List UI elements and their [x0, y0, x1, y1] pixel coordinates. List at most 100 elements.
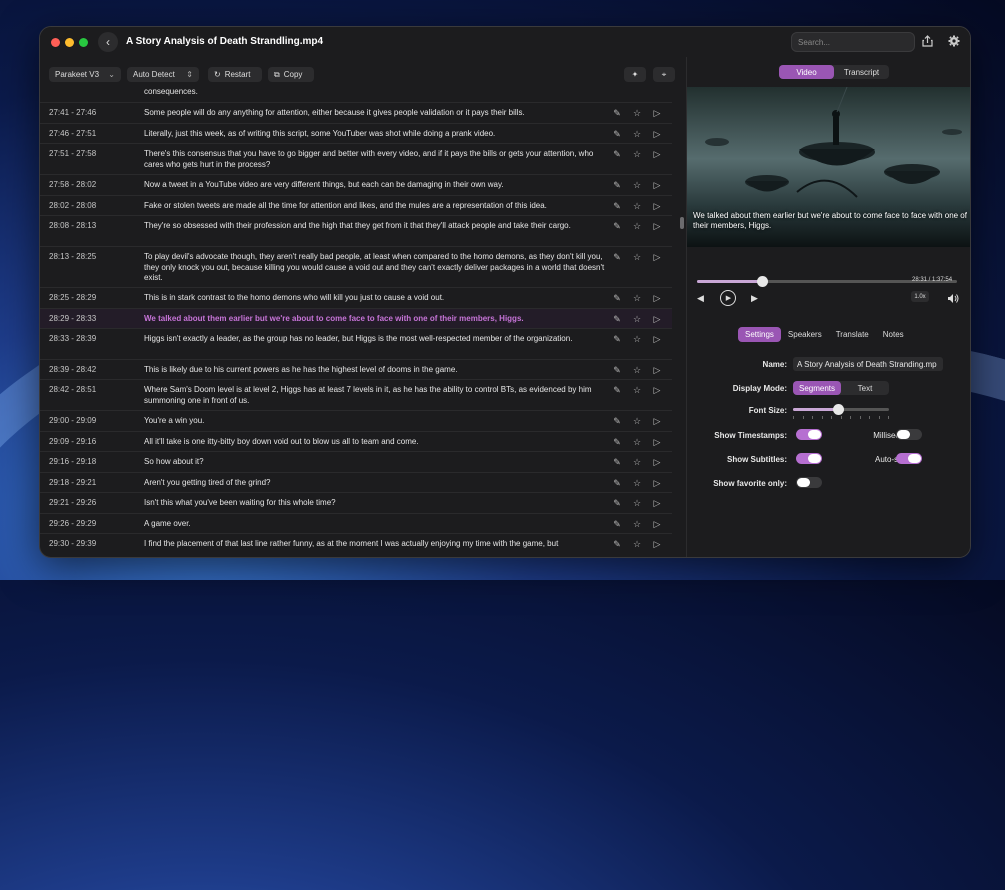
skip-forward-icon[interactable]: ▶︎	[751, 293, 758, 304]
play-icon[interactable]: ▷	[652, 539, 662, 549]
segment-row[interactable]: 28:25 - 28:29 This is in stark contrast t…	[40, 288, 672, 309]
segment-row[interactable]: 28:08 - 28:13 They're so obsessed with th…	[40, 216, 672, 247]
segment-timestamp[interactable]: 28:08 - 28:13	[40, 221, 135, 231]
segment-timestamp[interactable]: 27:51 - 27:58	[40, 149, 135, 159]
tab-notes[interactable]: Notes	[876, 327, 911, 342]
tab-video[interactable]: Video	[779, 65, 834, 79]
play-icon[interactable]: ▷	[652, 498, 662, 508]
star-icon[interactable]: ☆	[632, 365, 642, 375]
segment-timestamp[interactable]: 28:39 - 28:42	[40, 365, 135, 375]
segment-timestamp[interactable]: 27:46 - 27:51	[40, 129, 135, 139]
font-size-slider[interactable]	[793, 404, 889, 415]
gear-icon[interactable]	[948, 35, 960, 50]
play-icon[interactable]: ▷	[652, 437, 662, 447]
segment-timestamp[interactable]: 29:09 - 29:16	[40, 437, 135, 447]
language-select[interactable]: Auto Detect ⇕	[127, 67, 199, 82]
play-icon[interactable]: ▷	[652, 252, 662, 262]
segment-text[interactable]: We talked about them earlier but we're a…	[135, 314, 614, 325]
edit-icon[interactable]: ✎	[612, 519, 622, 529]
search-input[interactable]: Search...	[791, 32, 915, 52]
segment-row[interactable]: 27:41 - 27:46 Some people will do any any…	[40, 103, 672, 124]
segment-text[interactable]: You're a win you.	[135, 416, 614, 427]
play-icon[interactable]: ▷	[652, 149, 662, 159]
segment-timestamp[interactable]: 29:21 - 29:26	[40, 498, 135, 508]
play-icon[interactable]: ▷	[652, 334, 662, 344]
segment-text[interactable]: Where Sam's Doom level is at level 2, Hi…	[135, 385, 614, 406]
star-icon[interactable]: ☆	[632, 416, 642, 426]
edit-icon[interactable]: ✎	[612, 180, 622, 190]
segment-row[interactable]: 29:16 - 29:18 So how about it? ✎ ☆ ▷	[40, 452, 672, 473]
segment-row[interactable]: 29:18 - 29:21 Aren't you getting tired of…	[40, 473, 672, 493]
play-icon[interactable]: ▷	[652, 314, 662, 324]
segment-timestamp[interactable]: 28:33 - 28:39	[40, 334, 135, 344]
star-icon[interactable]: ☆	[632, 519, 642, 529]
segment-text[interactable]: Literally, just this week, as of writing…	[135, 129, 614, 140]
segment-text[interactable]: So how about it?	[135, 457, 614, 468]
edit-icon[interactable]: ✎	[612, 252, 622, 262]
scrollbar[interactable]	[680, 217, 684, 229]
play-icon[interactable]: ▷	[652, 201, 662, 211]
segment-row[interactable]: 27:58 - 28:02 Now a tweet in a YouTube vi…	[40, 175, 672, 196]
edit-icon[interactable]: ✎	[612, 457, 622, 467]
play-icon[interactable]: ▷	[652, 221, 662, 231]
tab-speakers[interactable]: Speakers	[781, 327, 829, 342]
segment-row[interactable]: consequences.	[40, 85, 672, 103]
star-icon[interactable]: ☆	[632, 437, 642, 447]
edit-icon[interactable]: ✎	[612, 314, 622, 324]
segment-text[interactable]: A game over.	[135, 519, 614, 530]
name-field[interactable]: A Story Analysis of Death Stranding.mp	[793, 357, 943, 371]
edit-icon[interactable]: ✎	[612, 293, 622, 303]
show-timestamps-toggle[interactable]	[796, 429, 822, 440]
segment-text[interactable]: To play devil's advocate though, they ar…	[135, 252, 614, 284]
segment-timestamp[interactable]: 28:02 - 28:08	[40, 201, 135, 211]
segment-row[interactable]: 27:46 - 27:51 Literally, just this week, …	[40, 124, 672, 144]
segment-row[interactable]: 29:26 - 29:29 A game over. ✎ ☆ ▷	[40, 514, 672, 534]
segment-row[interactable]: 28:29 - 28:33 We talked about them earlie…	[40, 309, 672, 329]
play-icon[interactable]: ▷	[652, 478, 662, 488]
segment-text[interactable]: Fake or stolen tweets are made all the t…	[135, 201, 614, 212]
star-icon[interactable]: ☆	[632, 108, 642, 118]
star-icon[interactable]: ☆	[632, 180, 642, 190]
segment-text[interactable]: This is likely due to his current powers…	[135, 365, 614, 376]
play-icon[interactable]: ▷	[652, 416, 662, 426]
close-window-button[interactable]	[51, 38, 60, 47]
star-icon[interactable]: ☆	[632, 129, 642, 139]
segment-text[interactable]: consequences.	[135, 87, 614, 98]
segment-row[interactable]: 27:51 - 27:58 There's this consensus that…	[40, 144, 672, 175]
model-select[interactable]: Parakeet V3 ⌄	[49, 67, 121, 82]
segment-text[interactable]: Isn't this what you've been waiting for …	[135, 498, 614, 509]
segment-timestamp[interactable]: 27:58 - 28:02	[40, 180, 135, 190]
edit-icon[interactable]: ✎	[612, 201, 622, 211]
star-icon[interactable]: ☆	[632, 457, 642, 467]
segment-row[interactable]: 28:39 - 28:42 This is likely due to his c…	[40, 360, 672, 380]
segment-row[interactable]: 29:30 - 29:39 I find the placement of tha…	[40, 534, 672, 557]
edit-icon[interactable]: ✎	[612, 129, 622, 139]
segment-timestamp[interactable]: 29:16 - 29:18	[40, 457, 135, 467]
video-player[interactable]: We talked about them earlier but we're a…	[687, 87, 970, 247]
segment-timestamp[interactable]: 28:25 - 28:29	[40, 293, 135, 303]
star-icon[interactable]: ☆	[632, 314, 642, 324]
edit-icon[interactable]: ✎	[612, 385, 622, 395]
edit-icon[interactable]: ✎	[612, 149, 622, 159]
play-icon[interactable]: ▷	[652, 108, 662, 118]
locate-button[interactable]: ⌖	[653, 67, 675, 82]
playback-rate-button[interactable]: 1.0x	[911, 291, 929, 302]
segment-text[interactable]: All it'll take is one itty-bitty boy dow…	[135, 437, 614, 448]
segment-text[interactable]: There's this consensus that you have to …	[135, 149, 614, 170]
tab-translate[interactable]: Translate	[829, 327, 876, 342]
star-icon[interactable]: ☆	[632, 498, 642, 508]
segment-text[interactable]: I find the placement of that last line r…	[135, 539, 614, 550]
segment-row[interactable]: 28:42 - 28:51 Where Sam's Doom level is a…	[40, 380, 672, 411]
segment-row[interactable]: 29:00 - 29:09 You're a win you. ✎ ☆ ▷	[40, 411, 672, 432]
star-icon[interactable]: ☆	[632, 201, 642, 211]
segment-text[interactable]: Higgs isn't exactly a leader, as the gro…	[135, 334, 614, 345]
segment-text[interactable]: This is in stark contrast to the homo de…	[135, 293, 614, 304]
zoom-window-button[interactable]	[79, 38, 88, 47]
edit-icon[interactable]: ✎	[612, 108, 622, 118]
segment-timestamp[interactable]: 28:42 - 28:51	[40, 385, 135, 395]
segment-text[interactable]: Some people will do any anything for att…	[135, 108, 614, 119]
skip-back-icon[interactable]: ◀︎	[697, 293, 704, 304]
segment-timestamp[interactable]: 28:29 - 28:33	[40, 314, 135, 324]
star-icon[interactable]: ☆	[632, 221, 642, 231]
play-icon[interactable]: ▷	[652, 293, 662, 303]
